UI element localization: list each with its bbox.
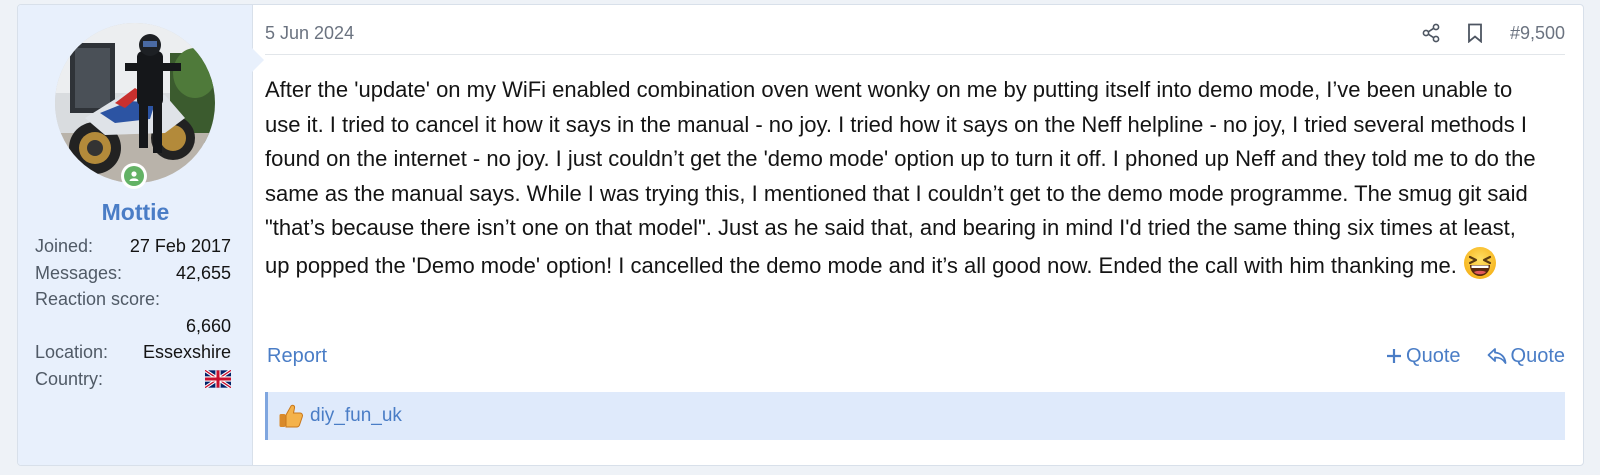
location-label: Location:: [35, 342, 109, 362]
stat-location: Location: Essexshire: [35, 339, 231, 366]
multi-quote-label: Quote: [1406, 344, 1461, 367]
joined-label: Joined:: [35, 236, 94, 256]
plus-icon: [1387, 349, 1402, 363]
joined-value: 27 Feb 2017: [129, 236, 231, 256]
post-body-text: After the 'update' on my WiFi enabled co…: [265, 77, 1536, 278]
messages-value[interactable]: 42,655: [176, 260, 231, 287]
quote-button[interactable]: Quote: [1487, 345, 1565, 368]
messages-label: Messages:: [35, 262, 123, 283]
post-footer: Report Quote Quote: [267, 341, 1565, 371]
multi-quote-button[interactable]: Quote: [1386, 344, 1461, 368]
post-main: 5 Jun 2024 #9,500 After the 'update' on …: [265, 5, 1583, 465]
reply-icon: [1487, 348, 1506, 364]
reaction-users[interactable]: diy_fun_uk: [310, 405, 402, 427]
stat-messages: Messages: 42,655: [35, 260, 231, 287]
post-date[interactable]: 5 Jun 2024: [265, 18, 354, 48]
reaction-score-label: Reaction score:: [35, 289, 161, 309]
post-number[interactable]: #9,500: [1510, 18, 1565, 48]
report-label: Report: [267, 344, 328, 367]
user-stats: Joined: 27 Feb 2017 Messages: 42,655 Rea…: [35, 233, 231, 392]
stat-reaction-label-row: Reaction score:: [35, 286, 231, 313]
reactions-bar: diy_fun_uk: [265, 392, 1565, 440]
user-cell-arrow: [251, 47, 264, 73]
post-header: 5 Jun 2024 #9,500: [265, 18, 1565, 55]
uk-flag-icon: [205, 369, 231, 388]
location-value[interactable]: Essexshire: [143, 339, 231, 366]
online-status-icon: [121, 163, 147, 189]
quote-label: Quote: [1510, 344, 1565, 367]
avatar[interactable]: [55, 23, 215, 183]
reaction-score-value: 6,660: [185, 315, 231, 336]
stat-country: Country:: [35, 366, 231, 393]
stat-reaction-value-row: 6,660: [35, 313, 231, 340]
post-container: Mottie Joined: 27 Feb 2017 Messages: 42,…: [17, 4, 1584, 466]
laughing-face-icon: [1463, 246, 1497, 291]
share-icon[interactable]: [1416, 18, 1446, 48]
thumbs-up-icon: [278, 403, 304, 429]
country-label: Country:: [35, 368, 104, 389]
bookmark-icon[interactable]: [1460, 18, 1490, 48]
post-header-actions: #9,500: [1402, 18, 1565, 48]
user-cell: Mottie Joined: 27 Feb 2017 Messages: 42,…: [18, 5, 253, 465]
report-link[interactable]: Report: [267, 345, 327, 368]
username[interactable]: Mottie: [18, 199, 253, 226]
footer-actions: Quote Quote: [1386, 345, 1565, 368]
stat-joined: Joined: 27 Feb 2017: [35, 233, 231, 260]
post-body: After the 'update' on my WiFi enabled co…: [265, 73, 1540, 291]
